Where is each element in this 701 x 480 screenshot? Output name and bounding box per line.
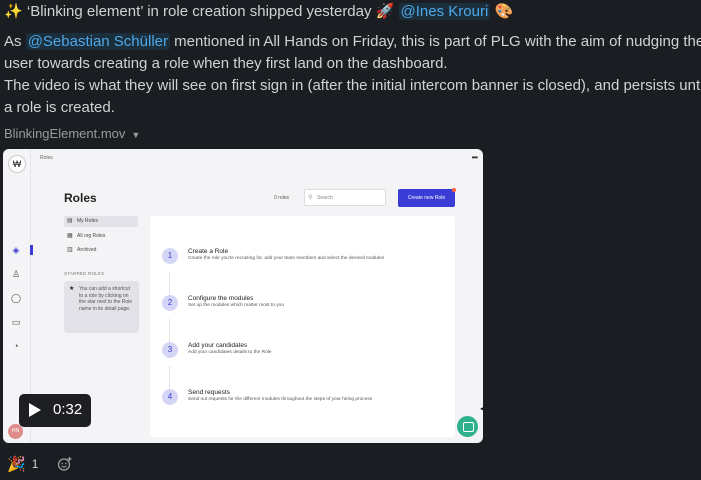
preview-search-placeholder: Search <box>317 195 333 201</box>
more-options-icon: ••• <box>471 153 478 162</box>
step-description: Set up the modules which matter most to … <box>188 303 284 308</box>
step-description: Send out requests for the different modu… <box>188 397 373 402</box>
message-text: As <box>4 33 26 50</box>
play-button[interactable]: 0:32 <box>19 394 91 427</box>
step-description: Create the role you're recruiting for, a… <box>188 256 385 261</box>
video-duration: 0:32 <box>53 401 83 418</box>
preview-sidebar-label: Archived <box>77 247 97 253</box>
step-description: Add your candidates details to the Role <box>188 350 272 355</box>
attachment-filename-text: BlinkingElement.mov <box>4 126 126 141</box>
message-line-2: As @Sebastian Schüller mentioned in All … <box>4 31 701 53</box>
preview-starred-tip: ★ You can add a shortcut to a role by cl… <box>64 281 139 333</box>
preview-role-count: 0 roles <box>274 195 290 201</box>
step-title: Add your candidates <box>188 342 248 349</box>
preview-sidebar-archived: ▥ Archived <box>64 245 138 256</box>
rocket-emoji: 🚀 <box>375 2 395 20</box>
step-number: 1 <box>162 248 178 264</box>
message-text: mentioned in All Hands on Friday, this i… <box>170 33 701 50</box>
step-title: Configure the modules <box>188 295 254 302</box>
message-line-1: ✨ ‘Blinking element’ in role creation sh… <box>4 0 513 23</box>
mouse-cursor-icon <box>480 405 483 414</box>
step-number: 2 <box>162 295 178 311</box>
preview-sidebar-label: All org Roles <box>77 233 106 239</box>
blinking-dot <box>452 188 456 192</box>
message-text: ‘Blinking element’ in role creation ship… <box>26 3 372 20</box>
preview-sidebar-all-org-roles: ▦ All org Roles <box>64 231 138 242</box>
step-title: Create a Role <box>188 248 229 255</box>
mention-ines-krouri[interactable]: @Ines Krouri <box>398 3 491 20</box>
clock-icon: ◔ <box>13 341 19 351</box>
preview-sidebar-label: My Roles <box>77 218 98 224</box>
preview-search-field: ⚲ Search <box>304 189 386 206</box>
preview-create-role-button: Create new Role <box>398 188 456 207</box>
play-icon <box>29 403 41 417</box>
preview-starred-tip-text: You can add a shortcut to a role by clic… <box>79 286 133 312</box>
inbox-icon: ▭ <box>11 317 21 327</box>
star-icon: ★ <box>69 286 75 292</box>
app-logo-icon: ₩ <box>8 155 26 173</box>
layers-icon: ◈ <box>12 245 20 255</box>
mention-sebastian-schuller[interactable]: @Sebastian Schüller <box>25 33 170 50</box>
preview-page-title: Roles <box>64 191 97 205</box>
message-line-5: a role is created. <box>4 99 115 116</box>
message-line-4: The video is what they will see on first… <box>4 77 701 94</box>
chat-icon: ◯ <box>11 293 22 303</box>
search-icon: ⚲ <box>308 195 313 201</box>
nav-active-indicator <box>30 245 33 255</box>
trash-icon: ▥ <box>67 247 73 253</box>
palette-emoji: 🎨 <box>494 2 514 20</box>
step-number: 3 <box>162 342 178 358</box>
preview-starred-heading: STARRED ROLES <box>64 271 105 276</box>
reaction-party[interactable]: 🎉 1 <box>3 453 44 475</box>
caret-down-icon[interactable]: ▼ <box>131 126 140 144</box>
preview-create-role-label: Create new Role <box>407 195 446 201</box>
person-icon: ♙ <box>11 269 21 279</box>
step-connector <box>169 366 170 390</box>
reaction-count: 1 <box>31 457 39 471</box>
grid-icon: ▦ <box>67 233 73 239</box>
sparkles-emoji: ✨ <box>4 2 23 20</box>
preview-breadcrumb: Roles <box>40 155 53 161</box>
attachment-filename[interactable]: BlinkingElement.mov ▼ <box>4 125 140 144</box>
preview-sidebar-my-roles: ▤ My Roles <box>64 216 138 227</box>
preview-onboarding-card: 1 Create a Role Create the role you're r… <box>150 216 455 437</box>
step-title: Send requests <box>188 389 230 396</box>
video-player[interactable]: ₩ ◈ ♙ ◯ ▭ ◔ Roles ••• Roles 0 roles ⚲ Se… <box>3 149 483 443</box>
step-connector <box>169 319 170 343</box>
add-emoji-icon <box>57 457 72 471</box>
step-number: 4 <box>162 389 178 405</box>
message-line-3: user towards creating a role when they f… <box>4 55 448 72</box>
intercom-chat-icon <box>457 416 478 437</box>
list-icon: ▤ <box>67 218 73 224</box>
add-reaction-button[interactable] <box>54 453 76 475</box>
step-connector <box>169 272 170 296</box>
party-popper-emoji: 🎉 <box>7 455 26 473</box>
